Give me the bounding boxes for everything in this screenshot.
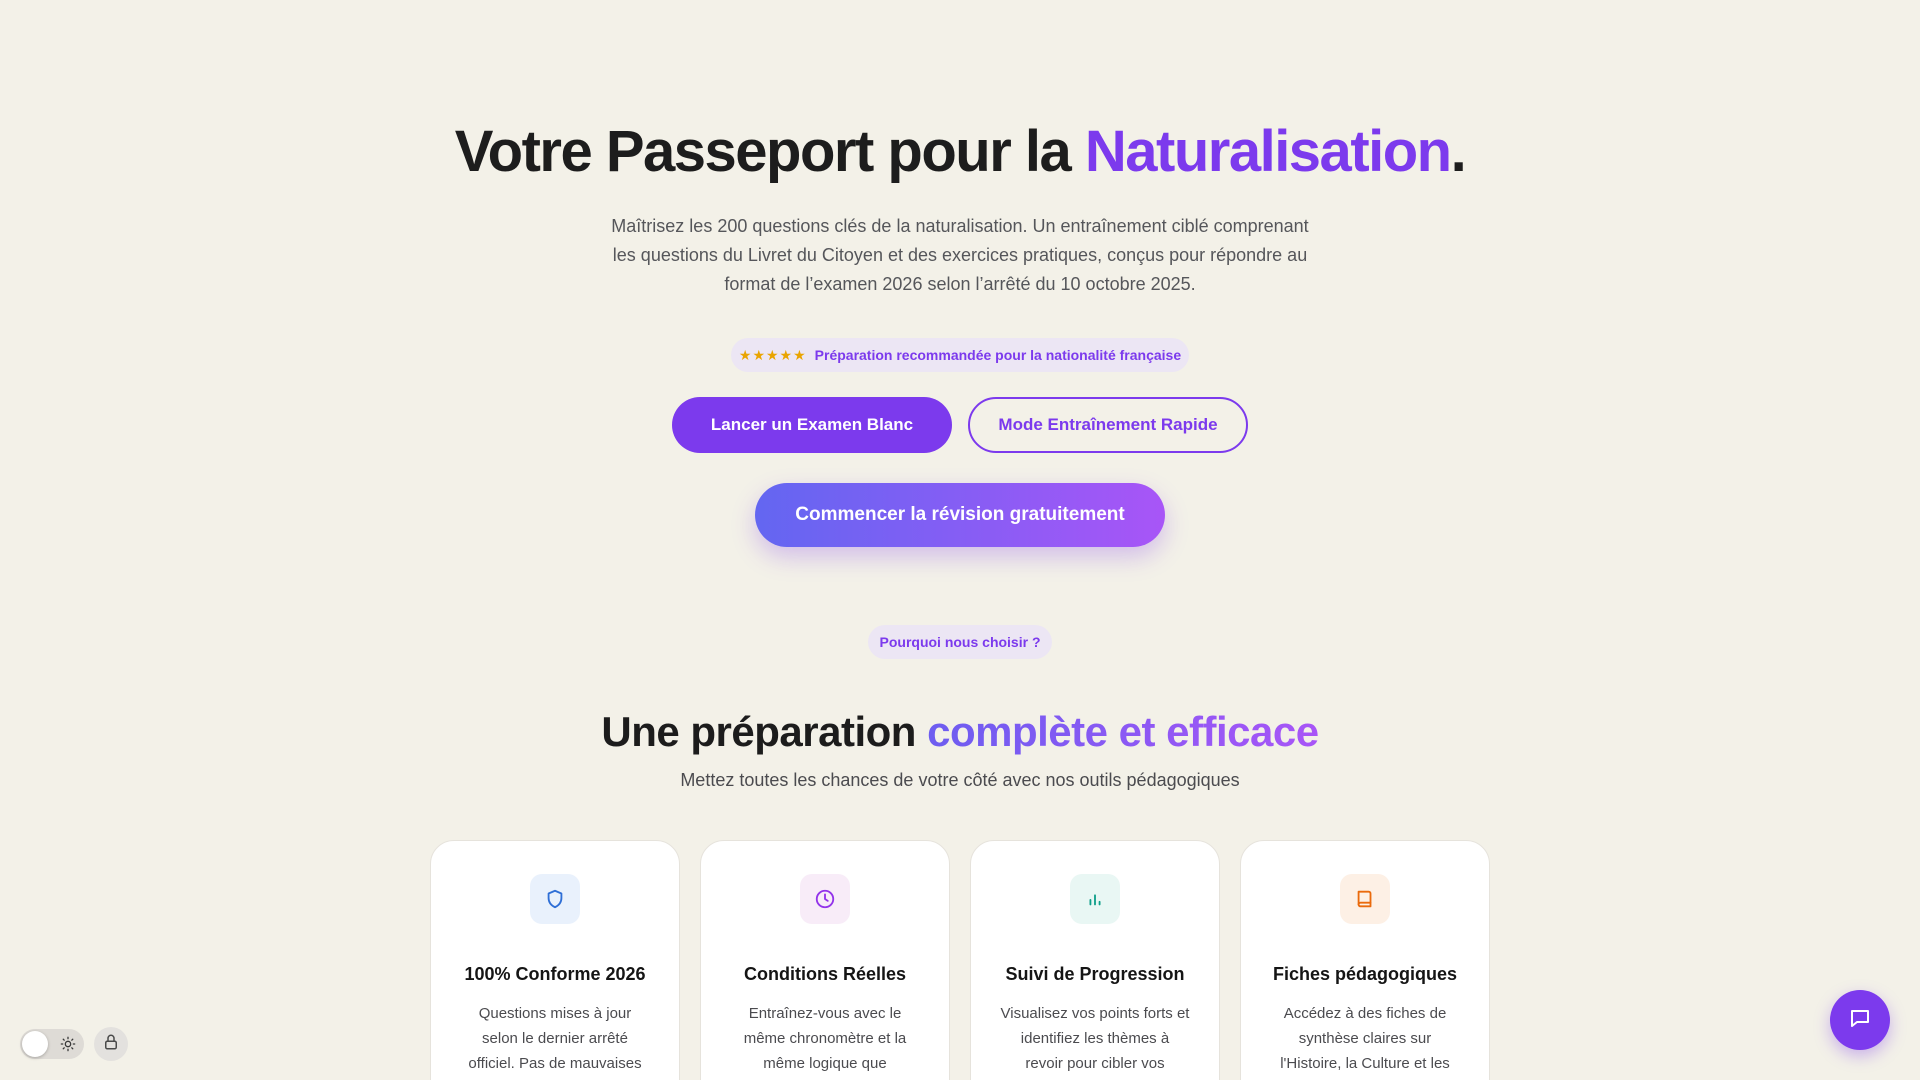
sun-icon — [60, 1036, 76, 1057]
start-revision-button[interactable]: Commencer la révision gratuitement — [755, 483, 1165, 547]
chat-button[interactable] — [1830, 990, 1890, 1050]
features-title-main: Une préparation — [601, 708, 928, 755]
book-icon — [1340, 874, 1390, 924]
feature-card-real-conditions: Conditions Réelles Entraînez-vous avec l… — [700, 840, 950, 1080]
hero-subtitle: Maîtrisez les 200 questions clés de la n… — [611, 216, 1309, 294]
clock-icon — [800, 874, 850, 924]
features-title-accent: complète et efficace — [927, 708, 1319, 755]
rating-stars: ★★★★★ — [738, 346, 807, 363]
start-mock-exam-button[interactable]: Lancer un Examen Blanc — [672, 397, 952, 453]
feature-desc: Entraînez-vous avec le même chronomètre … — [743, 1005, 907, 1072]
features-title: Une préparation complète et efficace — [0, 708, 1920, 756]
feature-card-progress: Suivi de Progression Visualisez vos poin… — [970, 840, 1220, 1080]
features-subtitle: Mettez toutes les chances de votre côté … — [680, 770, 1240, 790]
hero-title-accent: Naturalisation — [1084, 119, 1452, 184]
feature-card-study-sheets: Fiches pédagogiques Accédez à des fiches… — [1240, 840, 1490, 1080]
badge-text: Préparation recommandée pour la national… — [814, 347, 1182, 363]
hero-title-end: . — [1450, 119, 1467, 184]
lock-icon — [102, 1033, 120, 1056]
bar-chart-icon — [1070, 874, 1120, 924]
feature-title: Fiches pédagogiques — [1272, 964, 1458, 984]
feature-card-compliance: 100% Conforme 2026 Questions mises à jou… — [430, 840, 680, 1080]
quick-training-button[interactable]: Mode Entraînement Rapide — [968, 397, 1248, 453]
shield-icon — [530, 874, 580, 924]
feature-title: Conditions Réelles — [743, 964, 907, 984]
lock-button[interactable] — [94, 1027, 128, 1061]
feature-title: Suivi de Progression — [1005, 964, 1185, 984]
hero-title-main: Votre Passeport pour la — [454, 119, 1085, 184]
feature-desc: Visualisez vos points forts et identifie… — [1000, 1005, 1190, 1072]
recommendation-badge: ★★★★★ Préparation recommandée pour la na… — [731, 338, 1189, 372]
hero-title: Votre Passeport pour la Naturalisation. — [0, 118, 1920, 185]
feature-title: 100% Conforme 2026 — [464, 964, 646, 984]
chat-icon — [1848, 1006, 1872, 1035]
toggle-knob — [22, 1031, 48, 1057]
why-choose-us-badge: Pourquoi nous choisir ? — [868, 625, 1052, 659]
theme-toggle[interactable] — [20, 1029, 84, 1059]
feature-desc: Accédez à des fiches de synthèse claires… — [1280, 1005, 1450, 1072]
page: Votre Passeport pour la Naturalisation. … — [0, 0, 1920, 1080]
feature-desc: Questions mises à jour selon le dernier … — [468, 1005, 642, 1072]
